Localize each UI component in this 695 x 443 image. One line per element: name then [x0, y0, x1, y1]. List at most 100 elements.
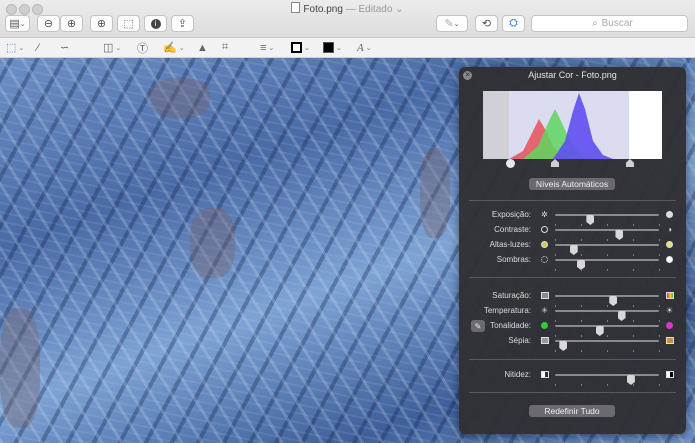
shadows-slider[interactable] [555, 259, 660, 271]
chevron-down-icon: ⌄ [268, 44, 275, 52]
contrast-label: Contraste: [494, 225, 531, 234]
selection-tool[interactable]: ⬚ ⌄ [6, 40, 24, 55]
slider-knob[interactable] [559, 341, 568, 351]
window-title: Foto.png — Editado ⌄ [0, 2, 695, 15]
search-placeholder: Buscar [601, 18, 633, 29]
edited-status: — Editado [345, 4, 393, 15]
eyedropper-icon: ✎ [474, 321, 482, 331]
zoom-in-button[interactable]: ⊕ [60, 15, 83, 32]
crop-tool[interactable]: ⌗ [222, 40, 228, 55]
reset-all-button[interactable]: Redefinir Tudo [529, 405, 615, 417]
fill-color-icon [323, 42, 334, 53]
saturation-slider[interactable] [555, 295, 660, 307]
circle-icon [541, 256, 548, 263]
border-color-tool[interactable]: ⌄ [291, 40, 310, 55]
fill-color-tool[interactable]: ⌄ [323, 40, 342, 55]
contrast-low-icon [540, 225, 549, 234]
tint-high-icon [665, 321, 674, 330]
circle-icon [541, 322, 548, 329]
info-icon: i [150, 18, 161, 29]
share-icon: ⇪ [177, 18, 188, 30]
sepia-label: Sépia: [508, 336, 531, 345]
search-field[interactable]: ⌕ Buscar [531, 15, 688, 32]
text-tool[interactable]: Ⓣ [137, 40, 148, 55]
saturation-low-icon [540, 291, 549, 300]
adjust-color-tool[interactable]: ▲ [197, 40, 208, 55]
divider [469, 359, 676, 360]
circle-icon [666, 241, 673, 248]
sketch-tool[interactable]: ∽ [60, 40, 69, 55]
saturation-label: Saturação: [492, 291, 531, 300]
document-icon [291, 2, 301, 13]
zoom-out-button[interactable]: ⊖ [37, 15, 60, 32]
text-icon: Ⓣ [137, 42, 148, 55]
sign-tool[interactable]: ✍ ⌄ [163, 40, 185, 55]
shadows-row: Sombras: [459, 254, 686, 271]
divider [469, 200, 676, 201]
midtone-handle[interactable] [551, 159, 559, 167]
chevron-down-icon: ⌄ [336, 44, 342, 52]
histogram[interactable] [483, 91, 662, 159]
contrast-slider[interactable] [555, 229, 660, 241]
panel-title: Ajustar Cor - Foto.png [528, 70, 617, 80]
line-style-tool[interactable]: ≡ ⌄ [260, 40, 274, 55]
zoom-out-icon: ⊖ [43, 18, 54, 30]
white-point-handle[interactable] [626, 159, 634, 167]
rotate-button[interactable]: ⟲ [475, 15, 498, 32]
sidebar-view-button[interactable]: ▤ ⌄ [5, 15, 30, 32]
adjust-color-panel: ✕ Ajustar Cor - Foto.png Níveis Automáti… [459, 67, 686, 434]
highlights-slider[interactable] [555, 244, 660, 256]
photo-region [150, 78, 210, 118]
zoom-fit-button[interactable]: ⊕ [90, 15, 113, 32]
search-icon: ⌕ [592, 18, 598, 29]
sharpness-high-icon [665, 370, 674, 379]
exposure-high-icon [665, 210, 674, 219]
slider-tick [555, 384, 556, 386]
zoom-fit-icon: ⬚ [123, 18, 134, 30]
circle-icon [541, 241, 548, 248]
markup-toolbar-button[interactable]: ⛭ [502, 15, 525, 32]
auto-levels-button[interactable]: Níveis Automáticos [529, 178, 615, 190]
slider-tick [659, 384, 660, 386]
eyedropper-button[interactable]: ✎ [471, 320, 485, 332]
black-point-handle[interactable] [506, 159, 515, 168]
square-icon [540, 337, 549, 344]
instant-alpha-tool[interactable]: ⁄ [37, 40, 39, 55]
sepia-slider[interactable] [555, 340, 660, 352]
shapes-icon: ◫ [103, 42, 114, 54]
font-tool[interactable]: A ⌄ [357, 40, 372, 55]
photo-region [420, 148, 450, 238]
slider-tick [581, 269, 582, 271]
slider-tick [555, 350, 556, 352]
sepia-low-icon [540, 336, 549, 345]
tint-slider[interactable] [555, 325, 660, 337]
pen-dropdown-button[interactable]: ✎ ⌄ [436, 15, 468, 32]
temperature-slider[interactable] [555, 310, 660, 322]
chevron-down-icon: ⌄ [19, 20, 26, 28]
chevron-down-icon: ⌄ [304, 44, 310, 52]
share-button[interactable]: ⇪ [171, 15, 194, 32]
chevron-down-icon: ⌄ [115, 44, 122, 52]
photo-region [190, 208, 235, 278]
info-button[interactable]: i [144, 15, 167, 32]
slider-tick [659, 269, 660, 271]
slider-tick [633, 269, 634, 271]
crop-fit-button[interactable]: ⬚ [117, 15, 140, 32]
square-icon [540, 292, 549, 299]
divider [469, 277, 676, 278]
saturation-row: Saturação: [459, 290, 686, 307]
exposure-slider[interactable] [555, 214, 660, 226]
window-toolbar: Foto.png — Editado ⌄ ▤ ⌄ ⊖ ⊕ ⊕ ⬚ i ⇪ ✎ ⌄ ⟲… [0, 0, 695, 38]
circle-icon [666, 211, 673, 218]
zoom-in-icon: ⊕ [66, 18, 77, 30]
tint-row: ✎ Tonalidade: [459, 320, 686, 337]
circle-icon [541, 226, 548, 233]
exposure-row: Exposição: ✲ [459, 209, 686, 226]
pen-icon: ✎ [444, 18, 454, 30]
sharpness-row: Nitidez: [459, 369, 686, 386]
shapes-tool[interactable]: ◫ ⌄ [103, 40, 121, 55]
font-icon: A [357, 41, 364, 54]
sharpness-slider[interactable] [555, 374, 660, 386]
chevron-down-icon[interactable]: ⌄ [395, 4, 403, 15]
chevron-down-icon: ⌄ [18, 44, 25, 52]
